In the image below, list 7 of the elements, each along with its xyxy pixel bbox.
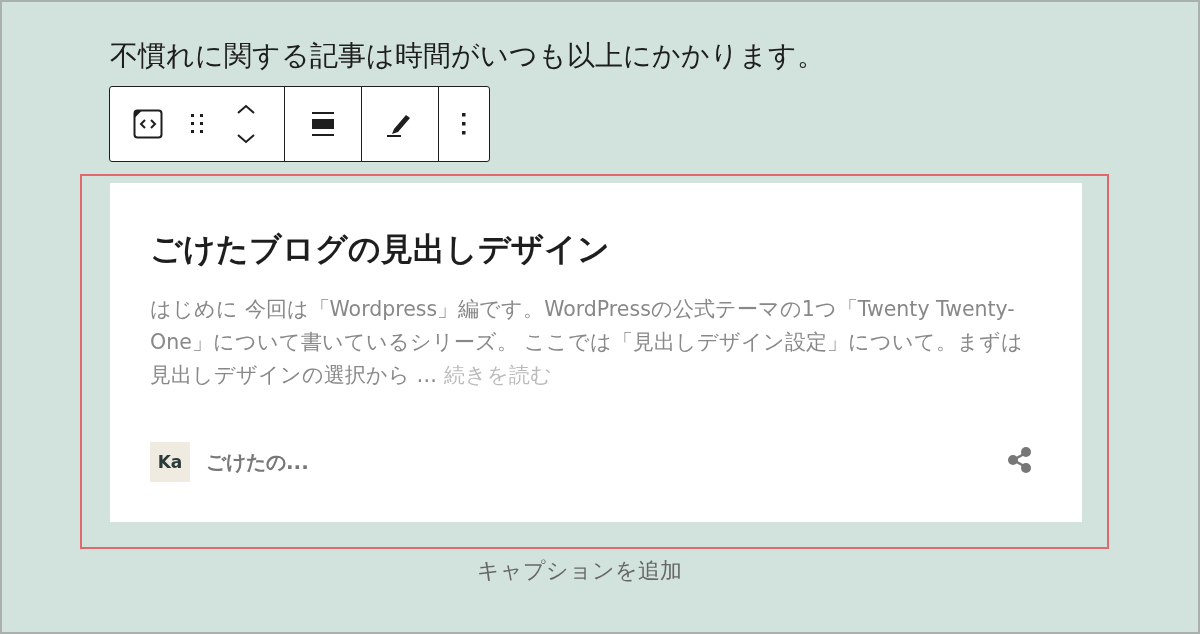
site-name: ごけたの... (206, 448, 309, 476)
read-more-link[interactable]: 続きを読む (443, 363, 552, 387)
embed-title: ごけたブログの見出しデザイン (150, 229, 611, 270)
embed-excerpt: はじめに 今回は「Wordpress」編です。WordPressの公式テーマの1つ「Twenty Twenty-One」について書いているシリーズ。 ここでは「見出しデザイン設定」について。まずは見出しデザインの選択から … 続きを読む (150, 296, 1025, 389)
caption-field[interactable]: キャプションを追加 (427, 557, 731, 584)
site-icon: Ka (150, 442, 190, 482)
paragraph-text: 不慣れに関する記事は時間がいつも以上にかかります。 (110, 38, 826, 74)
